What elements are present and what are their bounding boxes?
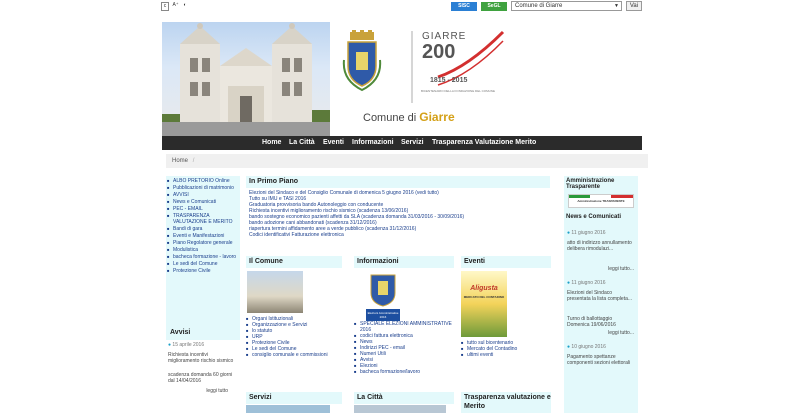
news-text[interactable]: atto di indirizzo annullamento delibera … bbox=[564, 238, 638, 258]
town-hall-photo bbox=[247, 271, 303, 313]
news-text[interactable]: Pagamento spettanze componenti sezioni e… bbox=[564, 352, 638, 368]
event-poster[interactable]: Aligusta MERCATO DEL CONTADINO bbox=[461, 271, 507, 337]
eventi-title: Eventi bbox=[461, 256, 551, 268]
eventi-box: Eventi Aligusta MERCATO DEL CONTADINO tu… bbox=[461, 256, 551, 366]
primo-piano-link[interactable]: Codici identificativi Fatturazione elett… bbox=[246, 232, 550, 238]
nav-home[interactable]: Home bbox=[262, 136, 281, 150]
nav-servizi[interactable]: Servizi bbox=[401, 136, 424, 150]
primo-piano-title: In Primo Piano bbox=[246, 176, 550, 188]
left-menu-item[interactable]: Protezione Civile bbox=[167, 268, 239, 274]
nav-la-citta[interactable]: La Città bbox=[289, 136, 315, 150]
coat-of-arms-icon bbox=[342, 30, 382, 92]
brand-years: 1815 - 2015 bbox=[430, 77, 468, 84]
la-citta-image bbox=[354, 405, 446, 413]
servizi-title: Servizi bbox=[246, 392, 342, 404]
reset-font-button[interactable]: c bbox=[161, 2, 169, 11]
chevron-down-icon: ▼ bbox=[614, 3, 619, 9]
amministrazione-trasparente-banner[interactable]: Amministrazione TRASPARENTE bbox=[568, 194, 634, 208]
bicentenary-logo: GIARRE 200 1815 - 2015 BICENTENARIO DELL… bbox=[408, 27, 508, 107]
avvisi-body: ● 15 aprile 2016 Richiesta incentivi mig… bbox=[166, 340, 240, 413]
brand-year: 200 bbox=[422, 41, 456, 63]
avvisi-date: 15 aprile 2016 bbox=[172, 342, 205, 348]
brand-subtitle: BICENTENARIO DELLA FONDAZIONE DEL COMUNE bbox=[421, 89, 495, 93]
eventi-item[interactable]: ultimi eventi bbox=[461, 352, 551, 358]
site-header: GIARRE 200 1815 - 2015 BICENTENARIO DELL… bbox=[162, 22, 642, 136]
informazioni-item[interactable]: bacheca formazione/lavoro bbox=[354, 369, 454, 375]
avvisi-text: Richiesta incentivi miglioramento rischi… bbox=[168, 352, 234, 364]
trasparenza-box: Trasparenza valutazione e Merito bbox=[461, 392, 551, 413]
cathedral-photo bbox=[162, 22, 330, 136]
main-nav: Home La Città Eventi Informazioni Serviz… bbox=[162, 136, 642, 150]
il-comune-box: Il Comune Organi Istituzionali Organizza… bbox=[246, 256, 342, 386]
avvisi-read-more[interactable]: leggi tutto bbox=[168, 388, 238, 394]
left-menu-item[interactable]: Pubblicazioni di matrimonio bbox=[167, 185, 239, 191]
coat-of-arms-icon bbox=[370, 274, 396, 307]
contrast-icon[interactable]: ◐ bbox=[181, 2, 189, 11]
trasparenza-title: Trasparenza valutazione e Merito bbox=[461, 392, 551, 413]
informazioni-title: Informazioni bbox=[354, 256, 454, 268]
informazioni-item[interactable]: SPECIALE ELEZIONI AMMINISTRATIVE 2016 bbox=[354, 321, 454, 333]
left-menu-item[interactable]: ALBO PRETORIO Online bbox=[167, 178, 239, 184]
left-menu-item[interactable]: Le sedi del Comune bbox=[167, 261, 239, 267]
breadcrumb: Home / bbox=[166, 154, 648, 168]
left-menu-item[interactable]: News e Comunicati bbox=[167, 199, 239, 205]
news-read-more[interactable]: leggi tutto... bbox=[564, 266, 638, 272]
la-citta-box: La Città bbox=[354, 392, 454, 413]
nav-eventi[interactable]: Eventi bbox=[323, 136, 344, 150]
left-menu-item[interactable]: Piano Regolatore generale bbox=[167, 240, 239, 246]
news-item: ● 11 giugno 2016 bbox=[567, 280, 606, 286]
top-toolbar: c A⁺ ◐ SISC SeGL Comune di Giarre ▼ Vai bbox=[0, 0, 800, 14]
primo-piano-section: In Primo Piano Elezioni del Sindaco e de… bbox=[246, 176, 550, 252]
avvisi-title: Avvisi bbox=[166, 326, 240, 340]
calendar-icon: ● bbox=[168, 342, 172, 348]
nav-informazioni[interactable]: Informazioni bbox=[352, 136, 394, 150]
left-menu-item[interactable]: Modulistica bbox=[167, 247, 239, 253]
elections-banner: Elezioni Amministrative 2016 bbox=[366, 271, 400, 321]
servizi-box: Servizi bbox=[246, 392, 342, 413]
left-menu-item[interactable]: Bandi di gara bbox=[167, 226, 239, 232]
left-menu-item[interactable]: Eventi e Manifestazioni bbox=[167, 233, 239, 239]
site-name: Comune di Giarre bbox=[363, 110, 455, 124]
amministrazione-trasparente-title: Amministrazione Trasparente bbox=[566, 178, 615, 190]
left-menu: ALBO PRETORIO Online Pubblicazioni di ma… bbox=[166, 176, 240, 326]
il-comune-title: Il Comune bbox=[246, 256, 342, 268]
calendar-icon: ● bbox=[567, 280, 571, 286]
avvisi-deadline: scadenza domanda 60 giorni dal 14/04/201… bbox=[168, 372, 233, 384]
calendar-icon: ● bbox=[567, 344, 571, 350]
il-comune-item[interactable]: consiglio comunale e commissioni bbox=[246, 352, 342, 358]
nav-trasparenza[interactable]: Trasparenza Valutazione Merito bbox=[432, 136, 536, 150]
calendar-icon: ● bbox=[567, 230, 571, 236]
increase-font-button[interactable]: A⁺ bbox=[171, 2, 180, 11]
news-title: News e Comunicati bbox=[566, 214, 622, 220]
segl-logo[interactable]: SeGL bbox=[481, 2, 507, 11]
la-citta-title: La Città bbox=[354, 392, 454, 404]
sisc-logo[interactable]: SISC bbox=[451, 2, 477, 11]
news-text[interactable]: Elezioni del Sindaco presentata la lista… bbox=[564, 288, 638, 308]
news-item: ● 10 giugno 2016 bbox=[567, 344, 606, 350]
left-menu-item[interactable]: TRASPARENZA VALUTAZIONE E MERITO bbox=[167, 213, 239, 225]
breadcrumb-home[interactable]: Home bbox=[172, 158, 188, 164]
left-menu-item[interactable]: AVVISI bbox=[167, 192, 239, 198]
left-menu-item[interactable]: PEC - EMAIL bbox=[167, 206, 239, 212]
informazioni-box: Informazioni Elezioni Amministrative 201… bbox=[354, 256, 454, 390]
servizi-image bbox=[246, 405, 330, 413]
left-menu-item[interactable]: bacheca formazione - lavoro bbox=[167, 254, 239, 260]
right-column: Amministrazione Trasparente Amministrazi… bbox=[564, 176, 638, 413]
news-read-more[interactable]: leggi tutto... bbox=[564, 330, 638, 336]
site-select-value: Comune di Giarre bbox=[515, 3, 563, 9]
go-button[interactable]: Vai bbox=[626, 1, 642, 11]
site-select[interactable]: Comune di Giarre ▼ bbox=[511, 1, 622, 11]
breadcrumb-separator: / bbox=[192, 158, 195, 164]
news-item: ● 11 giugno 2016 bbox=[567, 230, 606, 236]
news-text[interactable]: Turno di ballottaggio Domenica 19/06/201… bbox=[564, 314, 638, 328]
